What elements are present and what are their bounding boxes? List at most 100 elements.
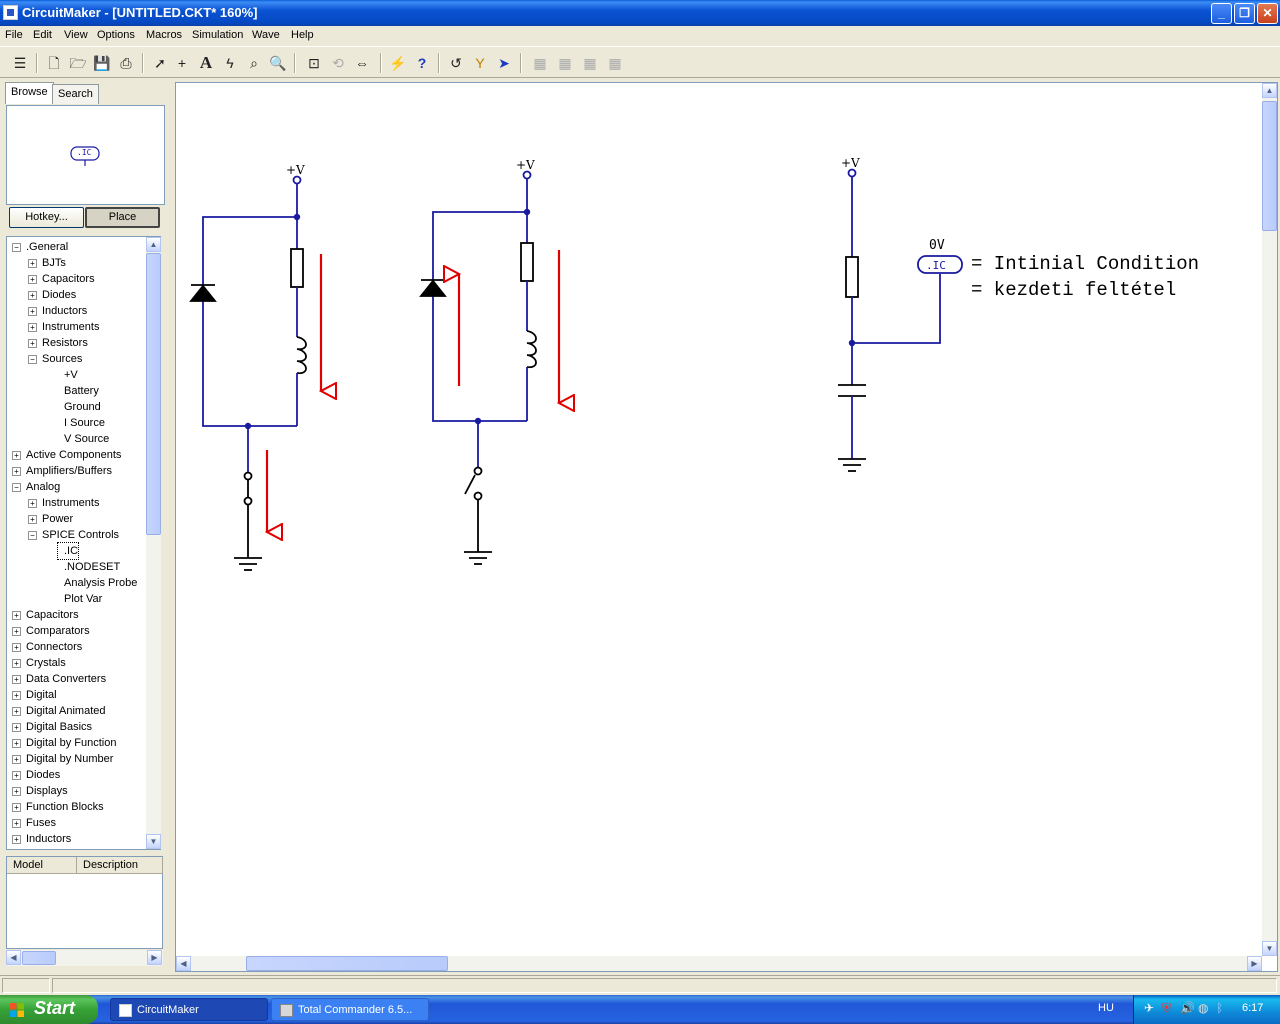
- menu-options[interactable]: Options: [97, 29, 135, 41]
- bluetooth-icon[interactable]: ᛒ: [1216, 1001, 1223, 1015]
- expand-icon[interactable]: +: [12, 451, 21, 460]
- tab-browse[interactable]: Browse: [5, 82, 54, 104]
- wire-tool-icon[interactable]: +: [172, 53, 192, 73]
- scroll-right-icon[interactable]: ▶: [147, 950, 162, 965]
- expand-icon[interactable]: +: [28, 259, 37, 268]
- help-icon[interactable]: ?: [412, 53, 432, 73]
- rotate-icon[interactable]: ⟲: [328, 53, 348, 73]
- language-indicator[interactable]: HU: [1098, 1002, 1114, 1014]
- expand-icon[interactable]: +: [28, 323, 37, 332]
- schematic-canvas[interactable]: +V +V +V 0V .IC = Intinial Condition = k…: [175, 82, 1278, 972]
- minimize-button[interactable]: _: [1211, 3, 1232, 24]
- open-folder-icon[interactable]: 🗁: [68, 53, 88, 73]
- security-shield-icon[interactable]: ⛨: [1162, 1001, 1171, 1016]
- print-icon[interactable]: ⎙: [116, 53, 136, 73]
- clock[interactable]: 6:17: [1242, 1002, 1263, 1014]
- inductor: [296, 336, 307, 375]
- save-icon[interactable]: 💾: [92, 53, 112, 73]
- menu-macros[interactable]: Macros: [146, 29, 182, 41]
- scroll-left-icon[interactable]: ◀: [176, 956, 191, 971]
- volume-icon[interactable]: 🔊: [1180, 1001, 1195, 1015]
- scroll-thumb[interactable]: [146, 253, 161, 535]
- zoom-fit-icon[interactable]: ⊡: [304, 53, 324, 73]
- close-button[interactable]: ✕: [1257, 3, 1278, 24]
- menu-help[interactable]: Help: [291, 29, 314, 41]
- menu-file[interactable]: File: [5, 29, 23, 41]
- network-icon[interactable]: ✈: [1144, 1001, 1154, 1015]
- expand-icon[interactable]: +: [12, 611, 21, 620]
- scroll-thumb[interactable]: [1262, 101, 1277, 231]
- digital-sim-icon[interactable]: ⚡: [388, 53, 408, 73]
- tab-search[interactable]: Search: [52, 84, 99, 104]
- collapse-icon[interactable]: −: [28, 355, 37, 364]
- macro-icon-4[interactable]: ▦: [605, 53, 625, 73]
- canvas-vscrollbar[interactable]: ▲ ▼: [1262, 83, 1277, 956]
- menu-view[interactable]: View: [64, 29, 88, 41]
- new-file-icon[interactable]: 🗋: [44, 53, 64, 73]
- col-description[interactable]: Description: [77, 857, 163, 874]
- scroll-down-icon[interactable]: ▼: [146, 834, 161, 849]
- expand-icon[interactable]: +: [28, 275, 37, 284]
- mirror-icon[interactable]: ⇔: [352, 53, 372, 73]
- tree-scrollbar[interactable]: ▲ ▼: [146, 237, 161, 849]
- reset-icon[interactable]: ↺: [446, 53, 466, 73]
- expand-icon[interactable]: +: [12, 787, 21, 796]
- scroll-thumb[interactable]: [246, 956, 448, 971]
- collapse-icon[interactable]: −: [12, 243, 21, 252]
- task-total-commander[interactable]: Total Commander 6.5...: [271, 998, 429, 1021]
- expand-icon[interactable]: +: [12, 659, 21, 668]
- collapse-icon[interactable]: −: [12, 483, 21, 492]
- expand-icon[interactable]: +: [28, 499, 37, 508]
- scroll-down-icon[interactable]: ▼: [1262, 941, 1277, 956]
- expand-icon[interactable]: +: [12, 691, 21, 700]
- arrow-tool-icon[interactable]: ➚: [150, 53, 170, 73]
- scroll-up-icon[interactable]: ▲: [1262, 83, 1277, 98]
- macro-icon-1[interactable]: ▦: [530, 53, 550, 73]
- expand-icon[interactable]: +: [12, 467, 21, 476]
- expand-icon[interactable]: +: [28, 307, 37, 316]
- delete-tool-icon[interactable]: ⌕: [244, 53, 264, 73]
- col-model[interactable]: Model: [7, 857, 77, 874]
- probe-tool-icon[interactable]: ϟ: [220, 53, 240, 73]
- expand-icon[interactable]: +: [28, 291, 37, 300]
- place-button[interactable]: Place: [85, 207, 160, 228]
- canvas-hscrollbar[interactable]: ◀ ▶: [176, 956, 1262, 971]
- restore-button[interactable]: ❐: [1234, 3, 1255, 24]
- expand-icon[interactable]: +: [12, 803, 21, 812]
- scroll-thumb[interactable]: [22, 951, 56, 965]
- tray-app-icon[interactable]: ◍: [1198, 1001, 1208, 1015]
- menu-wave[interactable]: Wave: [252, 29, 280, 41]
- expand-icon[interactable]: +: [12, 707, 21, 716]
- expand-icon[interactable]: +: [12, 819, 21, 828]
- expand-icon[interactable]: +: [12, 643, 21, 652]
- app-icon[interactable]: [3, 5, 18, 20]
- toolbar-toggle-icon[interactable]: ☰: [10, 53, 30, 73]
- task-circuitmaker[interactable]: CircuitMaker: [110, 998, 268, 1021]
- collapse-icon[interactable]: −: [28, 531, 37, 540]
- expand-icon[interactable]: +: [12, 835, 21, 844]
- expand-icon[interactable]: +: [28, 339, 37, 348]
- start-button[interactable]: Start: [0, 995, 98, 1024]
- model-hscrollbar[interactable]: ◀ ▶: [6, 950, 163, 966]
- expand-icon[interactable]: +: [12, 627, 21, 636]
- hotkey-button[interactable]: Hotkey...: [9, 207, 84, 228]
- scroll-up-icon[interactable]: ▲: [146, 237, 161, 252]
- expand-icon[interactable]: +: [12, 739, 21, 748]
- text-tool-icon[interactable]: A: [196, 53, 216, 73]
- scroll-right-icon[interactable]: ▶: [1247, 956, 1262, 971]
- menu-edit[interactable]: Edit: [33, 29, 52, 41]
- macro-icon-3[interactable]: ▦: [580, 53, 600, 73]
- expand-icon[interactable]: +: [12, 771, 21, 780]
- expand-icon[interactable]: +: [12, 675, 21, 684]
- run-icon[interactable]: ➤: [494, 53, 514, 73]
- ground-symbol: [464, 551, 492, 565]
- macro-icon-2[interactable]: ▦: [555, 53, 575, 73]
- expand-icon[interactable]: +: [12, 755, 21, 764]
- menu-simulation[interactable]: Simulation: [192, 29, 243, 41]
- expand-icon[interactable]: +: [12, 723, 21, 732]
- library-tree[interactable]: − .General + BJTs + Capacitors + Diodes + Inducto…: [6, 236, 161, 850]
- zoom-tool-icon[interactable]: 🔍: [268, 53, 288, 73]
- expand-icon[interactable]: +: [28, 515, 37, 524]
- step-icon[interactable]: Y: [470, 53, 490, 73]
- scroll-left-icon[interactable]: ◀: [6, 950, 21, 965]
